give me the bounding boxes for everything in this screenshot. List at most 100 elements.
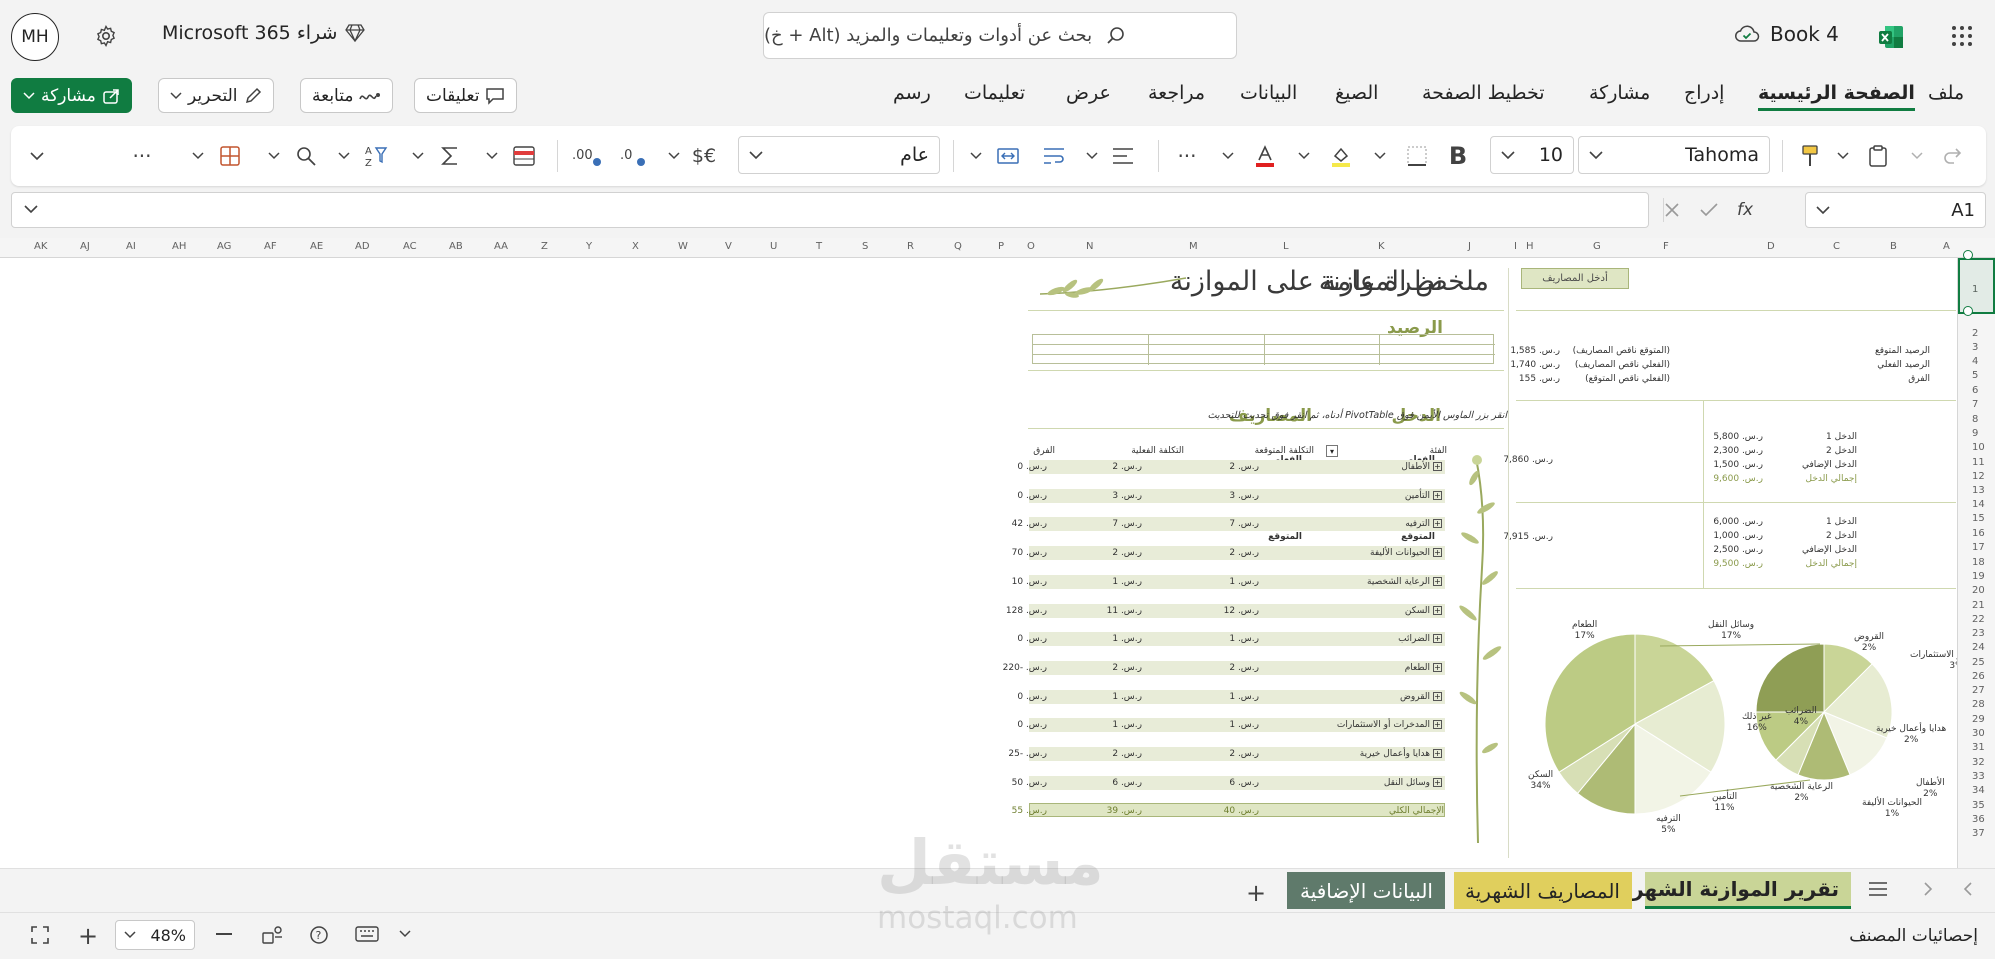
column-header[interactable]: M bbox=[1189, 241, 1198, 252]
add-ins-icon[interactable] bbox=[215, 140, 245, 172]
column-header[interactable]: B bbox=[1890, 241, 1897, 252]
expand-toggle-icon[interactable]: + bbox=[1433, 576, 1442, 586]
row-header[interactable]: 13 bbox=[1972, 485, 1985, 496]
chevron-right-icon[interactable] bbox=[1922, 881, 1934, 897]
chevron-left-icon[interactable] bbox=[1962, 881, 1974, 897]
decrease-decimal-icon[interactable]: .0 bbox=[617, 140, 649, 172]
column-header[interactable]: Z bbox=[541, 241, 548, 252]
column-header[interactable]: P bbox=[998, 241, 1004, 252]
currency-format-button[interactable]: $€ bbox=[686, 140, 722, 172]
add-sheet-icon[interactable]: + bbox=[1246, 879, 1266, 907]
expand-toggle-icon[interactable]: + bbox=[1433, 519, 1442, 529]
row-header[interactable]: 21 bbox=[1972, 600, 1985, 611]
column-header[interactable]: O bbox=[1027, 241, 1035, 252]
sheet-tab-monthly-report[interactable]: تقرير الموازنة الشهرية bbox=[1612, 872, 1851, 909]
column-header[interactable]: S bbox=[862, 241, 868, 252]
zoom-in-icon[interactable]: + bbox=[78, 922, 98, 950]
document-title[interactable]: Book 4 bbox=[1734, 22, 1839, 46]
row-header[interactable]: 30 bbox=[1972, 728, 1985, 739]
column-header[interactable]: AD bbox=[355, 241, 370, 252]
redo-icon[interactable] bbox=[1939, 140, 1967, 172]
chevron-down-icon[interactable] bbox=[1907, 140, 1927, 172]
font-color-icon[interactable] bbox=[1251, 140, 1279, 172]
column-header[interactable]: V bbox=[725, 241, 732, 252]
row-header[interactable]: 6 bbox=[1972, 385, 1978, 396]
row-header[interactable]: 11 bbox=[1972, 457, 1985, 468]
tab-data[interactable]: البيانات bbox=[1240, 82, 1297, 104]
column-header[interactable]: Q bbox=[954, 241, 962, 252]
buy-m365-link[interactable]: شراء Microsoft 365 bbox=[162, 22, 366, 44]
column-header[interactable]: W bbox=[678, 241, 688, 252]
number-format-select[interactable]: عام bbox=[738, 136, 940, 174]
all-sheets-icon[interactable] bbox=[1868, 881, 1888, 897]
chevron-down-icon[interactable] bbox=[967, 140, 985, 172]
find-icon[interactable] bbox=[291, 140, 321, 172]
row-header[interactable]: 4 bbox=[1972, 356, 1978, 367]
cancel-icon[interactable] bbox=[1663, 201, 1681, 219]
selected-cell-a1[interactable] bbox=[1958, 258, 1995, 314]
row-header[interactable]: 32 bbox=[1972, 757, 1985, 768]
row-header[interactable]: 36 bbox=[1972, 814, 1985, 825]
sheet-tab-additional-data[interactable]: البيانات الإضافية bbox=[1287, 872, 1445, 909]
workbook-statistics[interactable]: إحصائيات المصنف bbox=[1849, 926, 1978, 946]
increase-decimal-icon[interactable]: .00 bbox=[571, 140, 603, 172]
align-icon[interactable] bbox=[1108, 140, 1138, 172]
enter-expenses-button[interactable]: أدخل المصاريف bbox=[1521, 268, 1629, 289]
row-header[interactable]: 9 bbox=[1972, 428, 1978, 439]
column-header[interactable]: Y bbox=[586, 241, 592, 252]
keyboard-icon[interactable] bbox=[355, 926, 379, 942]
app-launcher-icon[interactable] bbox=[1948, 22, 1976, 50]
row-header[interactable]: 12 bbox=[1972, 471, 1985, 482]
font-name-select[interactable]: Tahoma bbox=[1578, 136, 1770, 174]
column-header[interactable]: T bbox=[816, 241, 822, 252]
chevron-down-icon[interactable] bbox=[24, 205, 38, 214]
chevron-down-icon[interactable] bbox=[265, 140, 283, 172]
selection-handle[interactable] bbox=[1963, 306, 1973, 316]
row-header[interactable]: 3 bbox=[1972, 342, 1978, 353]
row-header[interactable]: 37 bbox=[1972, 828, 1985, 839]
column-header[interactable]: R bbox=[907, 241, 914, 252]
row-header[interactable]: 29 bbox=[1972, 714, 1985, 725]
column-header[interactable]: K bbox=[1378, 241, 1385, 252]
expand-toggle-icon[interactable]: + bbox=[1433, 749, 1442, 758]
accessibility-icon[interactable] bbox=[262, 925, 284, 945]
edit-mode-button[interactable]: التحرير bbox=[158, 78, 274, 113]
format-painter-icon[interactable] bbox=[1795, 140, 1825, 172]
row-header[interactable]: 31 bbox=[1972, 742, 1985, 753]
expand-toggle-icon[interactable]: + bbox=[1433, 720, 1442, 730]
conditional-format-icon[interactable] bbox=[509, 140, 539, 172]
selection-handle[interactable] bbox=[1963, 250, 1973, 260]
zoom-out-icon[interactable] bbox=[216, 933, 232, 935]
wrap-text-icon[interactable] bbox=[1039, 140, 1069, 172]
column-header[interactable]: L bbox=[1283, 241, 1289, 252]
column-header[interactable]: AJ bbox=[80, 241, 90, 252]
column-header[interactable]: H bbox=[1526, 241, 1534, 252]
chevron-down-icon[interactable] bbox=[1371, 140, 1389, 172]
expand-toggle-icon[interactable]: + bbox=[1433, 462, 1442, 471]
tab-view[interactable]: عرض bbox=[1066, 82, 1111, 104]
row-header[interactable]: 23 bbox=[1972, 628, 1985, 639]
search-box[interactable]: بحث عن أدوات وتعليمات والمزيد (Alt + خ) bbox=[763, 12, 1237, 59]
row-header[interactable]: 19 bbox=[1972, 571, 1985, 582]
chevron-down-icon[interactable] bbox=[409, 140, 427, 172]
row-header[interactable]: 15 bbox=[1972, 513, 1985, 524]
chevron-down-icon[interactable] bbox=[189, 140, 207, 172]
column-header[interactable]: AH bbox=[172, 241, 186, 252]
column-header[interactable]: AK bbox=[34, 241, 47, 252]
paste-icon[interactable] bbox=[1863, 140, 1893, 172]
avatar[interactable]: MH bbox=[11, 13, 59, 61]
column-header[interactable]: J bbox=[1468, 241, 1471, 252]
chevron-down-icon[interactable] bbox=[1295, 140, 1313, 172]
row-header[interactable]: 16 bbox=[1972, 528, 1985, 539]
tab-review[interactable]: مراجعة bbox=[1148, 82, 1205, 104]
expand-toggle-icon[interactable]: + bbox=[1433, 691, 1442, 701]
name-box[interactable]: A1 bbox=[1805, 192, 1986, 228]
column-header[interactable]: U bbox=[770, 241, 777, 252]
tab-file[interactable]: ملف bbox=[1928, 82, 1964, 104]
column-header[interactable]: AA bbox=[494, 241, 508, 252]
comments-button[interactable]: تعليقات bbox=[414, 78, 518, 113]
share-button[interactable]: مشاركة bbox=[11, 78, 132, 113]
chevron-down-icon[interactable] bbox=[1833, 140, 1853, 172]
row-header[interactable]: 2 bbox=[1972, 328, 1978, 339]
row-header[interactable]: 24 bbox=[1972, 642, 1985, 653]
